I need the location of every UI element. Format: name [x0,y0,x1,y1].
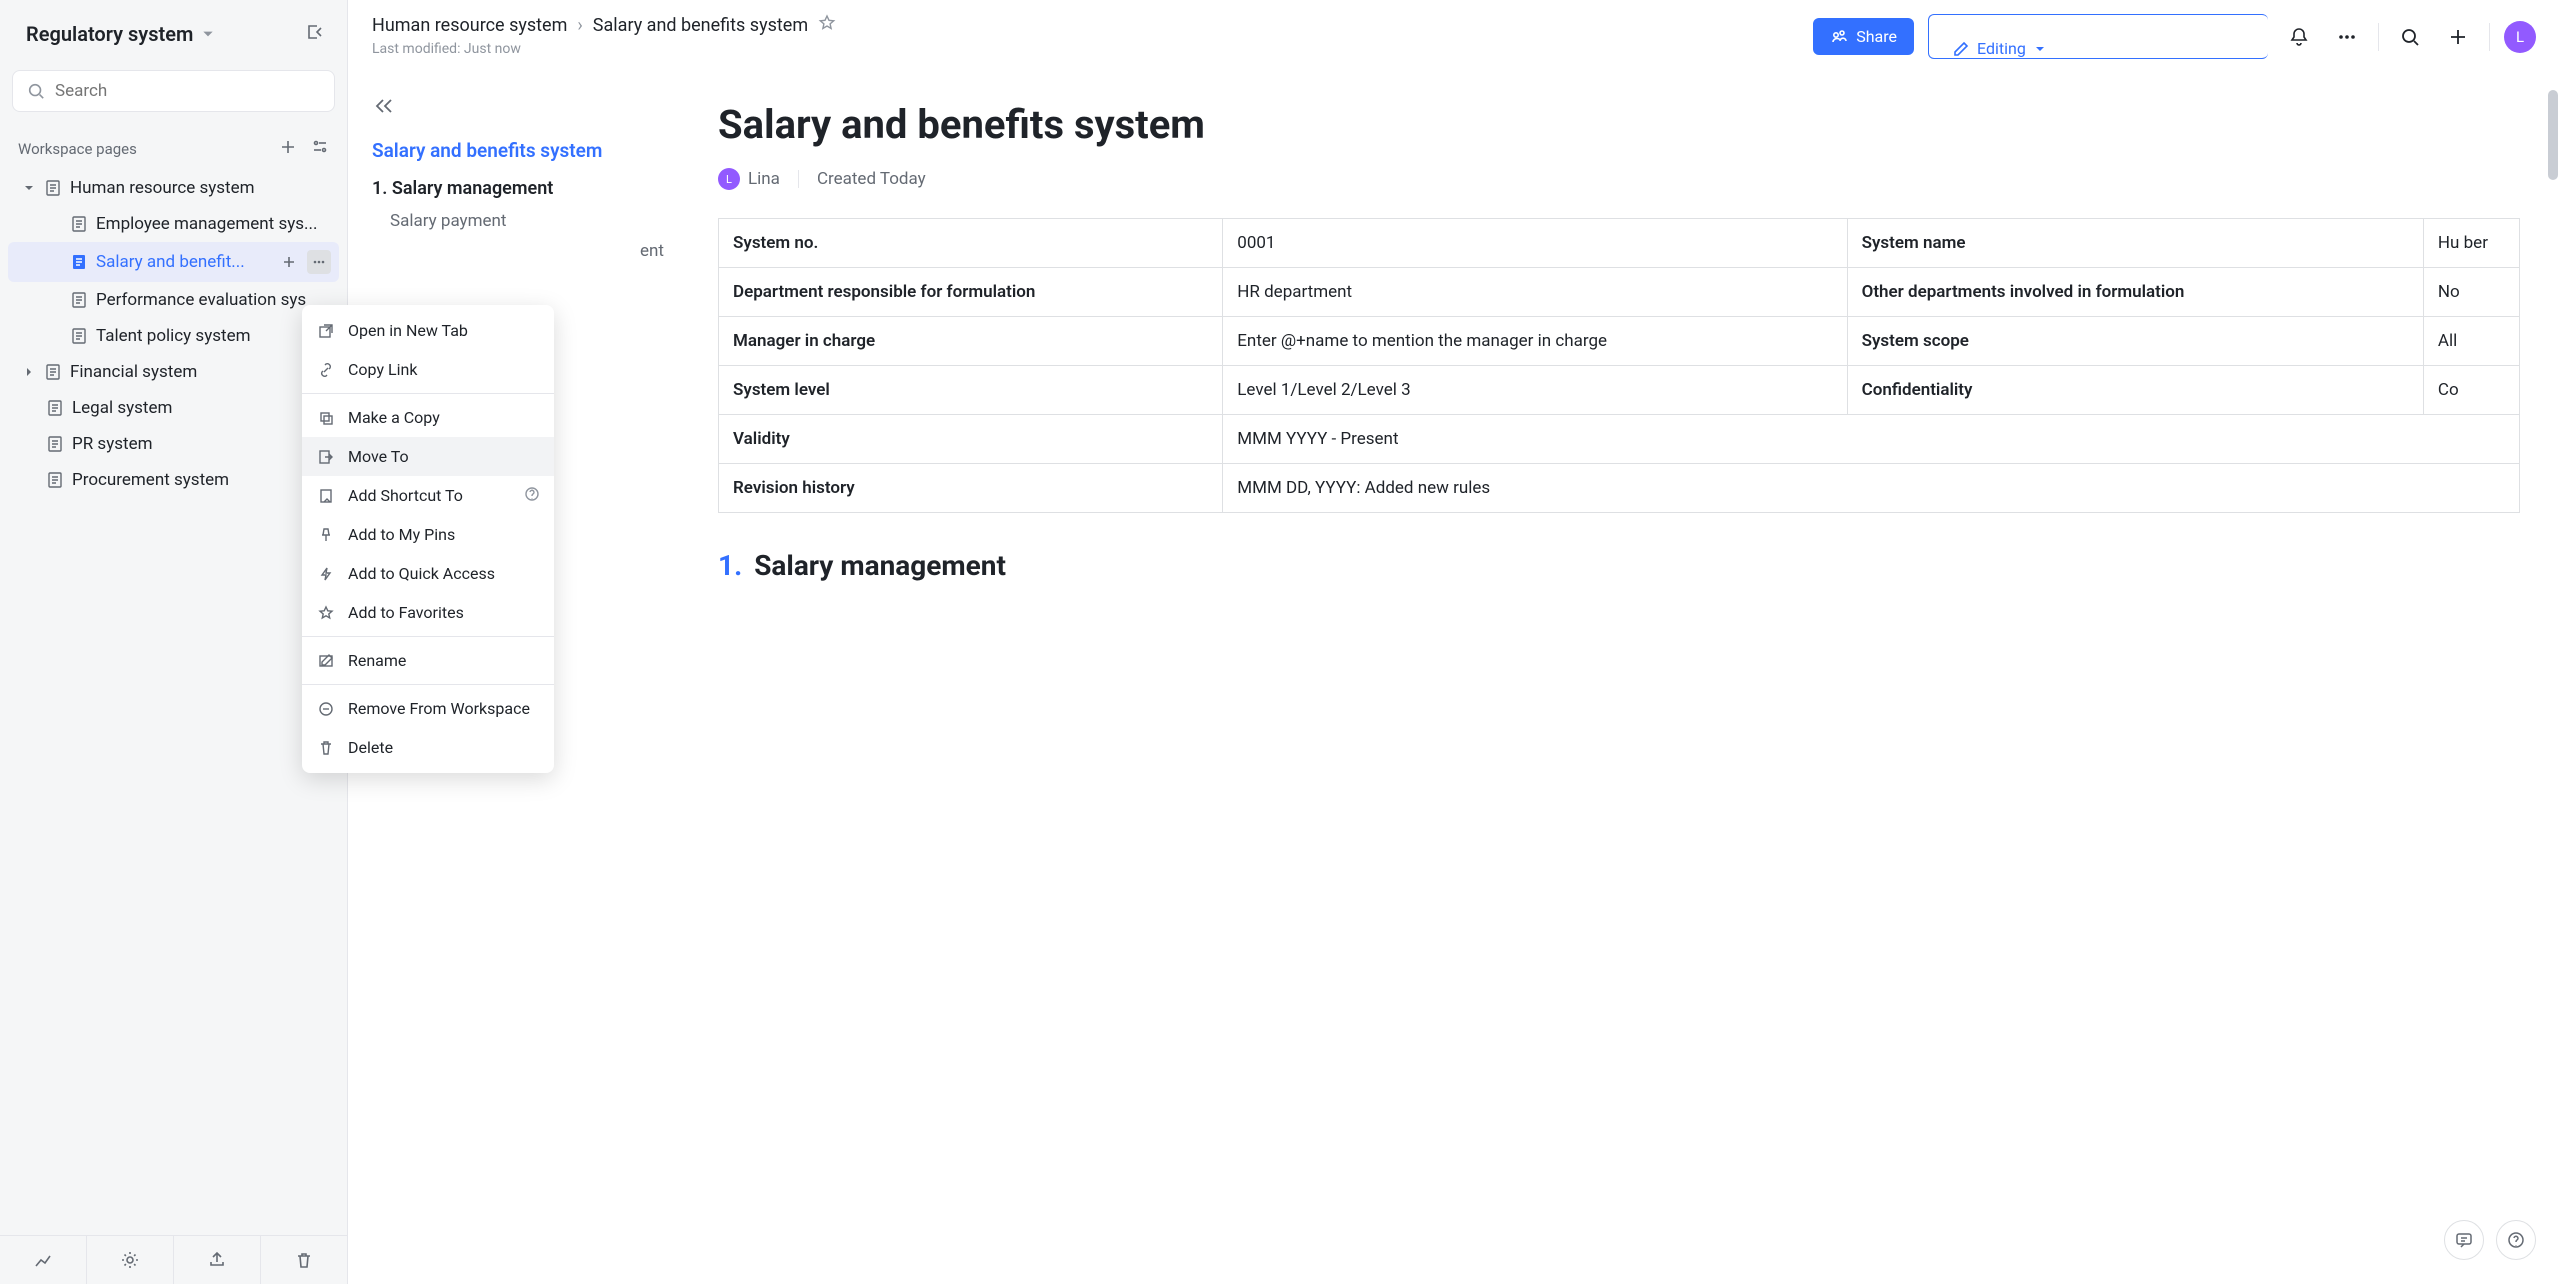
more-actions-button[interactable] [307,250,331,274]
search-input-wrapper[interactable] [12,70,335,112]
chevron-down-icon [2034,43,2046,55]
ctx-add-pins[interactable]: Add to My Pins [302,515,554,554]
add-child-button[interactable] [277,250,301,274]
add-page-button[interactable] [279,138,297,160]
document-body[interactable]: Salary and benefits system L Lina Create… [688,71,2560,1284]
ctx-open-new-tab[interactable]: Open in New Tab [302,311,554,350]
ctx-copy-link[interactable]: Copy Link [302,350,554,389]
ctx-rename[interactable]: Rename [302,641,554,680]
share-button[interactable]: Share [1813,18,1914,55]
more-button[interactable] [2330,20,2364,54]
trash-button[interactable] [261,1236,347,1284]
workspace-title[interactable]: Regulatory system [26,22,215,46]
outline-title[interactable]: Salary and benefits system [372,139,668,162]
breadcrumb-current[interactable]: Salary and benefits system [593,15,808,36]
search-icon [27,82,45,100]
document-meta: L Lina Created Today [718,168,2520,190]
ctx-make-copy[interactable]: Make a Copy [302,398,554,437]
created-label: Created Today [817,169,926,189]
search-button[interactable] [2393,20,2427,54]
last-modified-label: Last modified: Just now [372,41,836,57]
ctx-add-quick[interactable]: Add to Quick Access [302,554,554,593]
help-icon[interactable] [524,486,540,506]
topbar: Human resource system › Salary and benef… [348,0,2560,71]
info-table[interactable]: System no.0001System nameHu ber Departme… [718,218,2520,513]
ctx-add-shortcut[interactable]: Add Shortcut To [302,476,554,515]
section-heading-1[interactable]: 1. Salary management [718,549,2520,582]
main-area: Human resource system › Salary and benef… [348,0,2560,1284]
chevron-down-icon [201,27,215,41]
ctx-delete[interactable]: Delete [302,728,554,767]
share-icon [1830,28,1848,46]
sidebar: Regulatory system Workspace pages Human … [0,0,348,1284]
new-button[interactable] [2441,20,2475,54]
tree-item-talent-policy[interactable]: Talent policy system [8,318,339,354]
editing-mode-button[interactable]: Editing [1928,14,2268,59]
help-button[interactable] [2496,1220,2536,1260]
tree-item-procurement[interactable]: Procurement system [8,462,339,498]
favorite-toggle[interactable] [818,14,836,37]
tree-item-hr-system[interactable]: Human resource system [8,170,339,206]
analytics-button[interactable] [0,1236,87,1284]
breadcrumb: Human resource system › Salary and benef… [372,14,836,37]
outline-sub-1[interactable]: Salary payment [372,211,668,231]
outline-collapse-button[interactable] [372,95,668,121]
comments-button[interactable] [2444,1220,2484,1260]
page-title[interactable]: Salary and benefits system [718,101,2520,148]
ctx-remove-workspace[interactable]: Remove From Workspace [302,689,554,728]
settings-button[interactable] [87,1236,174,1284]
outline-h1[interactable]: 1. Salary management [372,178,668,199]
workspace-section-label: Workspace pages [18,140,137,158]
tree-item-salary-benefits[interactable]: Salary and benefit... [8,242,339,282]
page-settings-button[interactable] [311,138,329,160]
ctx-move-to[interactable]: Move To [302,437,554,476]
tree-item-pr[interactable]: PR system [8,426,339,462]
tree-item-employee-mgmt[interactable]: Employee management sys... [8,206,339,242]
author-avatar: L [718,168,740,190]
ctx-add-fav[interactable]: Add to Favorites [302,593,554,632]
search-input[interactable] [55,81,320,101]
tree-item-performance[interactable]: Performance evaluation sys [8,282,339,318]
author-name[interactable]: Lina [748,169,780,189]
tree-item-financial[interactable]: Financial system [8,354,339,390]
pencil-icon [1953,41,1969,57]
page-tree: Human resource system Employee managemen… [0,166,347,1235]
scrollbar[interactable] [2548,90,2558,180]
tree-item-legal[interactable]: Legal system [8,390,339,426]
breadcrumb-parent[interactable]: Human resource system [372,15,567,36]
sidebar-footer [0,1235,347,1284]
collapse-sidebar-button[interactable] [301,18,329,50]
outline-sub-2-partial[interactable]: ent [372,241,668,261]
context-menu: Open in New Tab Copy Link Make a Copy Mo… [302,305,554,773]
notifications-button[interactable] [2282,20,2316,54]
share-footer-button[interactable] [174,1236,261,1284]
user-avatar[interactable]: L [2504,21,2536,53]
